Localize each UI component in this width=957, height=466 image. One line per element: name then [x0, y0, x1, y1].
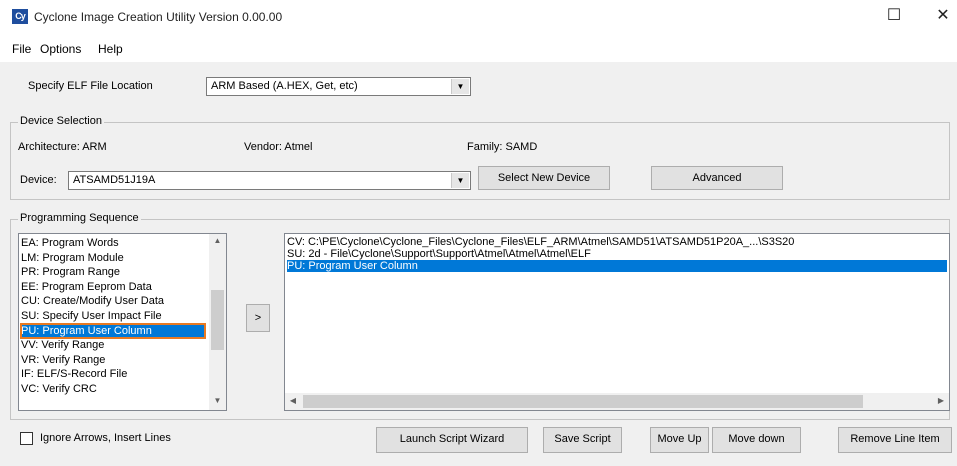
list-item[interactable]: CU: Create/Modify User Data	[21, 294, 205, 308]
ignore-arrows-checkbox[interactable]	[20, 432, 33, 445]
list-item[interactable]: VV: Verify Range	[21, 338, 205, 352]
remove-line-item-button[interactable]: Remove Line Item	[838, 427, 952, 453]
sequence-scroll-thumb[interactable]	[303, 395, 863, 408]
scroll-down-icon[interactable]: ▼	[209, 396, 226, 405]
app-icon: Cy	[12, 9, 28, 24]
select-new-device-button[interactable]: Select New Device	[478, 166, 610, 190]
window-title: Cyclone Image Creation Utility Version 0…	[34, 10, 283, 24]
move-down-button[interactable]: Move down	[712, 427, 801, 453]
sequence-item[interactable]: PU: Program User Column	[287, 260, 947, 272]
list-item[interactable]: LM: Program Module	[21, 251, 205, 265]
advanced-button[interactable]: Advanced	[651, 166, 783, 190]
list-item[interactable]: IF: ELF/S-Record File	[21, 367, 205, 381]
elf-location-label: Specify ELF File Location	[28, 80, 153, 92]
device-label: Device:	[20, 174, 57, 186]
elf-location-combo[interactable]: ARM Based (A.HEX, Get, etc) ▼	[206, 77, 471, 96]
menu-help[interactable]: Help	[98, 42, 123, 56]
device-selection-legend: Device Selection	[18, 115, 104, 127]
scroll-right-icon[interactable]: ▶	[935, 396, 947, 405]
close-icon[interactable]: ✕	[932, 5, 954, 25]
maximize-icon[interactable]: ☐	[883, 5, 905, 25]
save-script-button[interactable]: Save Script	[543, 427, 622, 453]
ignore-arrows-label: Ignore Arrows, Insert Lines	[40, 432, 171, 444]
scroll-left-icon[interactable]: ◀	[287, 396, 299, 405]
sequence-item[interactable]: CV: C:\PE\Cyclone\Cyclone_Files\Cyclone_…	[287, 236, 947, 248]
sequence-list[interactable]: CV: C:\PE\Cyclone\Cyclone_Files\Cyclone_…	[284, 233, 950, 411]
list-item[interactable]: EE: Program Eeprom Data	[21, 280, 205, 294]
list-item[interactable]: VC: Verify CRC	[21, 382, 205, 396]
list-item[interactable]: VR: Verify Range	[21, 353, 205, 367]
sequence-item[interactable]: SU: 2d - File\Cyclone\Support\Support\At…	[287, 248, 947, 260]
device-combo[interactable]: ATSAMD51J19A ▼	[68, 171, 471, 190]
menu-bar	[0, 34, 957, 62]
move-up-button[interactable]: Move Up	[650, 427, 709, 453]
launch-script-wizard-button[interactable]: Launch Script Wizard	[376, 427, 528, 453]
list-item[interactable]: PU: Program User Column	[20, 322, 206, 339]
programming-sequence-legend: Programming Sequence	[18, 212, 141, 224]
ops-vertical-scrollbar[interactable]: ▲ ▼	[209, 234, 226, 410]
list-item[interactable]: EA: Program Words	[21, 236, 205, 250]
architecture-label: Architecture: ARM	[18, 141, 107, 153]
ops-scroll-thumb[interactable]	[211, 290, 224, 350]
elf-location-value: ARM Based (A.HEX, Get, etc)	[211, 80, 358, 92]
list-item[interactable]: PR: Program Range	[21, 265, 205, 279]
available-operations-list[interactable]: EA: Program Words LM: Program Module PR: P…	[18, 233, 227, 411]
device-value: ATSAMD51J19A	[73, 174, 156, 186]
menu-file[interactable]: File	[12, 42, 31, 56]
chevron-down-icon[interactable]: ▼	[451, 173, 469, 188]
vendor-label: Vendor: Atmel	[244, 141, 313, 153]
add-to-sequence-button[interactable]: >	[246, 304, 270, 332]
scroll-up-icon[interactable]: ▲	[209, 236, 226, 245]
sequence-horizontal-scrollbar[interactable]: ◀ ▶	[285, 393, 949, 410]
chevron-down-icon[interactable]: ▼	[451, 79, 469, 94]
list-item[interactable]: SU: Specify User Impact File	[21, 309, 205, 323]
menu-options[interactable]: Options	[40, 42, 81, 56]
family-label: Family: SAMD	[467, 141, 538, 153]
